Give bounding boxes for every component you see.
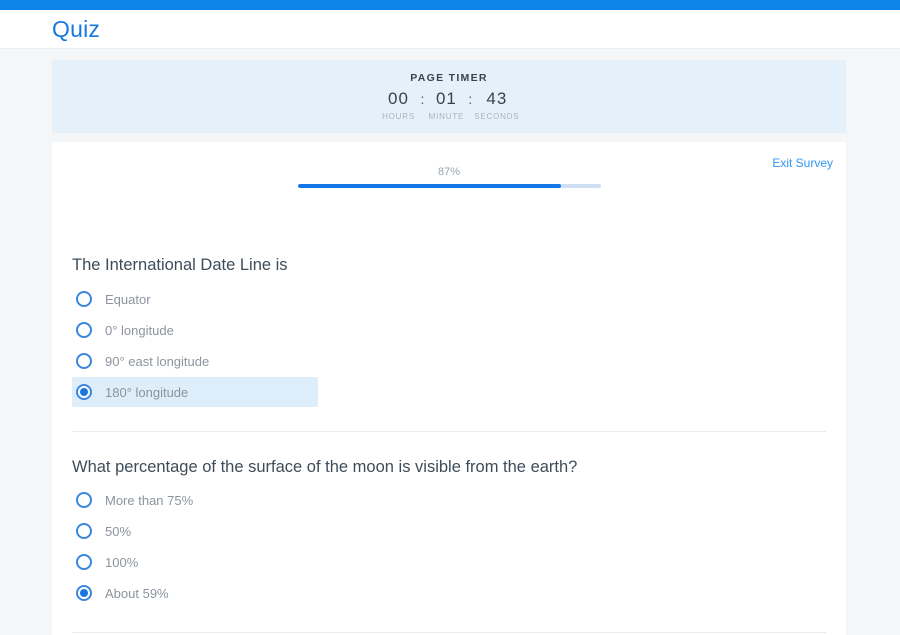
question-block: What percentage of the surface of the mo… [72,458,826,608]
option-label: About 59% [105,586,169,601]
timer-seconds-col: 43 SECONDS [474,89,519,121]
page-title: Quiz [52,16,100,43]
timer-minutes-col: 01 MINUTE [426,89,466,121]
option-label: 100% [105,555,138,570]
timer-minutes-value: 01 [436,89,457,109]
option-label: Equator [105,292,151,307]
option-label: 180° longitude [105,385,188,400]
options-list: Equator 0° longitude 90° east longitude … [72,284,826,407]
radio-icon[interactable] [76,291,92,307]
radio-checked-icon[interactable] [76,384,92,400]
option-label: More than 75% [105,493,193,508]
timer-minutes-label: MINUTE [429,112,464,121]
option-180-longitude[interactable]: 180° longitude [72,377,318,407]
option-label: 90° east longitude [105,354,209,369]
progress-bar-track [298,184,601,188]
option-about-59[interactable]: About 59% [72,578,318,608]
app-header: Quiz [0,10,900,49]
timer-readout: 00 HOURS : 01 MINUTE : 43 SECONDS [379,89,520,121]
page-timer-panel: PAGE TIMER 00 HOURS : 01 MINUTE : 43 SEC… [52,60,846,133]
question-block: The International Date Line is Equator 0… [72,256,826,407]
question-divider [72,431,826,432]
option-50[interactable]: 50% [72,516,318,546]
radio-icon[interactable] [76,322,92,338]
option-more-than-75[interactable]: More than 75% [72,485,318,515]
timer-separator: : [421,89,425,109]
timer-hours-label: HOURS [382,112,415,121]
timer-seconds-value: 43 [486,89,507,109]
bottom-divider [72,632,826,633]
radio-icon[interactable] [76,353,92,369]
option-equator[interactable]: Equator [72,284,318,314]
radio-icon[interactable] [76,523,92,539]
timer-hours-col: 00 HOURS [379,89,419,121]
progress-percent-label: 87% [298,166,601,178]
survey-card: Exit Survey 87% The International Date L… [52,142,846,635]
timer-title: PAGE TIMER [410,72,488,84]
option-90-east-longitude[interactable]: 90° east longitude [72,346,318,376]
radio-icon[interactable] [76,554,92,570]
top-accent-bar [0,0,900,10]
survey-progress: 87% [298,142,601,188]
option-100[interactable]: 100% [72,547,318,577]
timer-separator: : [468,89,472,109]
question-text: What percentage of the surface of the mo… [72,458,826,477]
option-label: 0° longitude [105,323,174,338]
option-0-longitude[interactable]: 0° longitude [72,315,318,345]
page-content: PAGE TIMER 00 HOURS : 01 MINUTE : 43 SEC… [52,60,846,635]
exit-survey-link[interactable]: Exit Survey [772,156,833,170]
timer-seconds-label: SECONDS [474,112,519,121]
progress-fill [298,184,562,188]
question-text: The International Date Line is [72,256,826,275]
timer-hours-value: 00 [388,89,409,109]
radio-icon[interactable] [76,492,92,508]
radio-checked-icon[interactable] [76,585,92,601]
options-list: More than 75% 50% 100% About 59% [72,485,826,608]
option-label: 50% [105,524,131,539]
